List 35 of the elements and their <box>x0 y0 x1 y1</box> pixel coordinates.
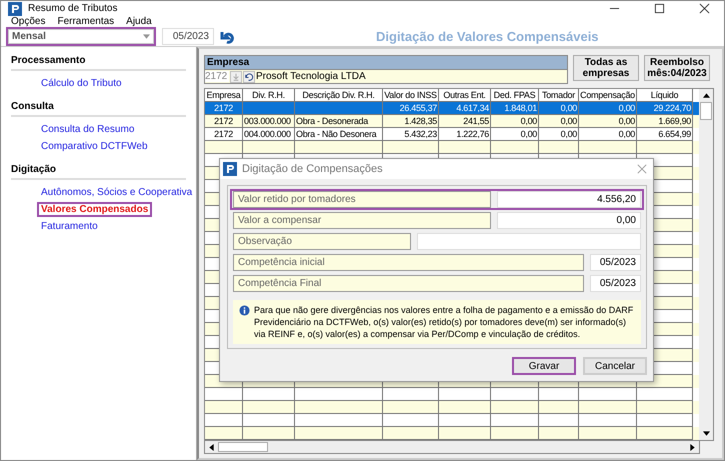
field-label: Valor retido por tomadores <box>233 191 491 208</box>
field-label: Competência Final <box>233 275 584 292</box>
competence-field[interactable]: 05/2023 <box>162 28 214 45</box>
section-title: Digitação <box>11 164 186 180</box>
dialog-title: Digitação de Compensações <box>242 163 383 175</box>
input-field[interactable]: 4.556,20 <box>497 191 641 208</box>
sidebar-link[interactable]: Comparativo DCTFWeb <box>37 139 152 154</box>
dialog-button[interactable]: Cancelar <box>583 357 647 375</box>
input-field[interactable]: 0,00 <box>497 212 641 229</box>
table-row[interactable]: 2172 004.000.000 Obra - Não Desonera 5.432,23 1.222,76 0,00 0,00 0,00 6.654,99 <box>205 128 699 141</box>
input-field[interactable]: 05/2023 <box>590 275 641 292</box>
sidebar-link[interactable]: Faturamento <box>37 219 102 234</box>
field-label: Observação <box>233 233 411 250</box>
field-label: Valor a compensar <box>233 212 491 229</box>
sidebar-link[interactable]: Autônomos, Sócios e Cooperativa <box>37 185 196 200</box>
dialog-button[interactable]: Gravar <box>512 357 576 375</box>
company-heading: Empresa <box>204 55 568 70</box>
menu-item[interactable]: Ferramentas <box>57 16 114 27</box>
input-field[interactable]: 05/2023 <box>590 254 641 271</box>
menu-item[interactable]: Opções <box>11 16 46 27</box>
table-row[interactable]: 2172 003.000.000 Obra - Desonerada 1.428,35 241,55 0,00 0,00 0,00 1.669,90 <box>205 115 699 128</box>
field-label: Competência inicial <box>233 254 584 271</box>
sidebar-link[interactable]: Cálculo do Tributo <box>37 76 126 91</box>
menu-item[interactable]: Ajuda <box>126 16 152 27</box>
sidebar-link[interactable]: Valores Compensados <box>37 202 152 217</box>
section-title: Consulta <box>11 101 186 117</box>
sidebar-link[interactable]: Consulta do Resumo <box>37 122 138 137</box>
page-heading: Digitação de Valores Compensáveis <box>376 29 599 44</box>
table-row[interactable]: 2172 26.455,37 4.617,34 1.848,01 0,00 0,00 29.224,70 <box>205 102 699 115</box>
action-button[interactable]: Reembolso mês:04/2023 <box>644 55 710 81</box>
info-message: Para que não gere divergências nos valores entre a folha de pagamento e a emissão do DARF Previdenciário na DCTFWeb, o(s) valor(es) retido(s) por tomadores deve(m) ser informado(s) via REINF e, o(s) valor(es) a compensar via Per/DComp e vinculação de créditos. <box>254 304 634 340</box>
action-button[interactable]: Todas as empresas <box>573 55 639 81</box>
section-title: Processamento <box>11 55 186 71</box>
period-dropdown[interactable]: Mensal <box>6 27 156 46</box>
window-title: Resumo de Tributos <box>28 3 118 14</box>
